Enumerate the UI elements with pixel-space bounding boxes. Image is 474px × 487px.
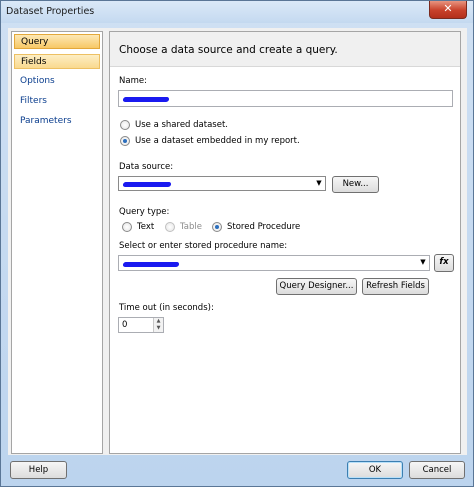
sidebar-item-query[interactable]: Query xyxy=(14,34,100,49)
query-type-stored-procedure-radio[interactable] xyxy=(212,222,222,232)
panel-header: Choose a data source and create a query. xyxy=(110,32,460,67)
name-label: Name: xyxy=(119,76,147,86)
close-button[interactable]: ✕ xyxy=(429,1,467,19)
timeout-value: 0 xyxy=(122,320,128,330)
sidebar-item-options[interactable]: Options xyxy=(14,74,100,89)
window-title: Dataset Properties xyxy=(6,6,95,17)
timeout-stepper[interactable]: 0 ▲ ▼ xyxy=(118,317,164,333)
data-source-label: Data source: xyxy=(119,162,174,172)
redacted-stored-procedure xyxy=(122,262,180,267)
shared-dataset-label: Use a shared dataset. xyxy=(135,120,228,130)
query-designer-button[interactable]: Query Designer... xyxy=(276,278,357,295)
data-source-select[interactable]: ▼ xyxy=(118,176,326,191)
sidebar-item-fields[interactable]: Fields xyxy=(14,54,100,69)
chevron-down-icon: ▼ xyxy=(316,179,322,187)
chevron-down-icon: ▼ xyxy=(420,258,426,266)
new-data-source-button[interactable]: New... xyxy=(332,176,379,193)
name-field[interactable] xyxy=(118,90,453,107)
title-bar: Dataset Properties ✕ xyxy=(1,1,473,23)
dialog-body: Query Fields Options Filters Parameters … xyxy=(8,28,467,455)
panel-heading: Choose a data source and create a query. xyxy=(119,44,338,56)
sidebar-nav: Query Fields Options Filters Parameters xyxy=(11,31,103,454)
redacted-data-source xyxy=(122,182,172,187)
stored-procedure-combobox[interactable]: ▼ xyxy=(118,255,430,271)
query-type-table-label: Table xyxy=(180,222,202,232)
help-button[interactable]: Help xyxy=(10,461,67,479)
query-type-table-radio xyxy=(165,222,175,232)
query-type-label: Query type: xyxy=(119,207,170,217)
timeout-label: Time out (in seconds): xyxy=(119,303,214,313)
stored-procedure-label: Select or enter stored procedure name: xyxy=(119,241,288,251)
redacted-name xyxy=(122,97,170,102)
query-type-text-radio[interactable] xyxy=(122,222,132,232)
query-type-text-label: Text xyxy=(137,222,155,232)
expression-button[interactable]: fx xyxy=(434,254,454,272)
shared-dataset-radio[interactable] xyxy=(120,120,130,130)
cancel-button[interactable]: Cancel xyxy=(409,461,465,479)
query-panel: Choose a data source and create a query.… xyxy=(109,31,461,454)
embedded-dataset-label: Use a dataset embedded in my report. xyxy=(135,136,300,146)
dataset-properties-dialog: Dataset Properties ✕ Query Fields Option… xyxy=(0,0,474,487)
query-type-stored-procedure-label: Stored Procedure xyxy=(227,222,301,232)
ok-button[interactable]: OK xyxy=(347,461,403,479)
sidebar-item-parameters[interactable]: Parameters xyxy=(14,114,100,129)
refresh-fields-button[interactable]: Refresh Fields xyxy=(362,278,429,295)
embedded-dataset-radio[interactable] xyxy=(120,136,130,146)
sidebar-item-filters[interactable]: Filters xyxy=(14,94,100,109)
spin-arrows-icon[interactable]: ▲ ▼ xyxy=(153,318,163,332)
